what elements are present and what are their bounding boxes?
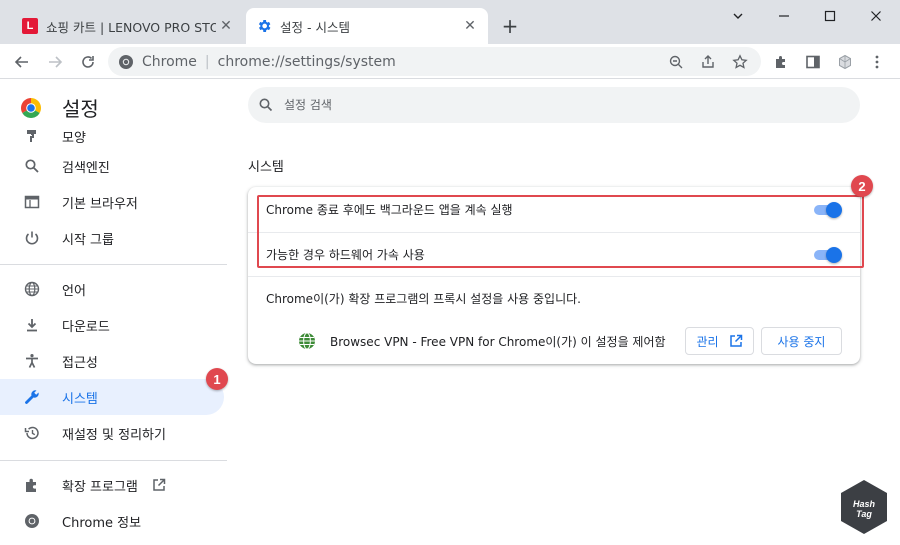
sidebar-item-label: 언어 — [62, 283, 86, 299]
bookmark-star-icon[interactable] — [728, 50, 752, 74]
tab-title: 설정 - 시스템 — [280, 19, 350, 35]
sidebar-item-search-engine[interactable]: 검색엔진 — [0, 148, 224, 184]
title-bar: L 쇼핑 카트 | LENOVO PRO STORE ✕ 설정 - 시스템 ✕ … — [0, 0, 900, 44]
manage-extension-button[interactable]: 관리 — [685, 327, 754, 355]
sidebar-item-label: 확장 프로그램 — [62, 479, 138, 495]
disable-label: 사용 중지 — [777, 334, 826, 349]
forward-button[interactable] — [41, 48, 69, 76]
sidebar-item-label: 시스템 — [62, 391, 98, 407]
search-icon — [258, 97, 274, 113]
sidebar-item-on-startup[interactable]: 시작 그룹 — [0, 220, 224, 256]
zoom-icon[interactable] — [664, 50, 688, 74]
tab-title: 쇼핑 카트 | LENOVO PRO STORE — [46, 19, 216, 35]
minimize-button[interactable] — [766, 4, 802, 28]
annotation-badge-1: 1 — [206, 368, 228, 390]
tab-settings-system[interactable]: 설정 - 시스템 ✕ — [246, 8, 488, 44]
tab-search-chevron-icon[interactable] — [720, 4, 756, 28]
sidebar-divider — [0, 460, 227, 461]
sidebar-item-accessibility[interactable]: 접근성 — [0, 343, 224, 379]
close-icon[interactable]: ✕ — [216, 16, 236, 36]
new-tab-button[interactable]: + — [498, 14, 522, 38]
annotation-highlight-box — [257, 195, 864, 268]
settings-brand: 설정 — [20, 93, 99, 122]
kebab-menu-icon[interactable] — [863, 48, 891, 76]
puzzle-icon — [22, 475, 42, 495]
sidebar-item-label: 모양 — [62, 130, 86, 146]
settings-search-bar[interactable] — [248, 87, 860, 123]
search-icon — [22, 156, 42, 176]
section-title: 시스템 — [248, 160, 284, 175]
external-link-icon — [729, 334, 743, 348]
extensions-puzzle-icon[interactable] — [767, 48, 795, 76]
sidebar-item-label: 시작 그룹 — [62, 232, 114, 248]
sidebar-item-reset[interactable]: 재설정 및 정리하기 — [0, 415, 224, 451]
sidebar-item-label: 다운로드 — [62, 319, 110, 335]
external-link-icon — [152, 478, 166, 492]
row-divider — [248, 276, 860, 277]
chrome-logo-icon — [20, 97, 42, 119]
sidebar-divider — [0, 264, 227, 265]
reload-button[interactable] — [74, 48, 102, 76]
proxy-settings-row: Chrome이(가) 확장 프로그램의 프록시 설정을 사용 중입니다. — [248, 287, 860, 309]
sidebar-item-about-chrome[interactable]: Chrome 정보 — [0, 503, 224, 539]
omnibox-url: chrome://settings/system — [217, 53, 396, 70]
side-panel-icon[interactable] — [799, 48, 827, 76]
hashtag-watermark-logo: Hash Tag — [839, 479, 889, 535]
omnibox-origin: Chrome — [142, 53, 197, 70]
search-input[interactable] — [284, 98, 784, 112]
disable-extension-button[interactable]: 사용 중지 — [761, 327, 842, 355]
close-icon[interactable]: ✕ — [460, 16, 480, 36]
proxy-label: Chrome이(가) 확장 프로그램의 프록시 설정을 사용 중입니다. — [266, 291, 581, 306]
share-icon[interactable] — [696, 50, 720, 74]
back-button[interactable] — [8, 48, 36, 76]
close-window-button[interactable] — [858, 4, 894, 28]
sidebar-item-label: 기본 브라우저 — [62, 196, 138, 212]
sidebar-item-label: 접근성 — [62, 355, 98, 371]
globe-icon — [298, 332, 316, 350]
maximize-button[interactable] — [812, 4, 848, 28]
manage-label: 관리 — [696, 334, 719, 349]
annotation-badge-2: 2 — [851, 175, 873, 197]
globe-icon — [22, 279, 42, 299]
sidebar-item-label: 검색엔진 — [62, 160, 110, 176]
sidebar-item-downloads[interactable]: 다운로드 — [0, 307, 224, 343]
sidebar-item-default-browser[interactable]: 기본 브라우저 — [0, 184, 224, 220]
sidebar-item-extensions[interactable]: 확장 프로그램 — [0, 467, 224, 503]
sidebar-item-label: 재설정 및 정리하기 — [62, 427, 166, 443]
extension-control-label: Browsec VPN - Free VPN for Chrome이(가) 이 … — [330, 334, 666, 349]
address-bar[interactable]: Chrome | chrome://settings/system — [108, 47, 761, 76]
chrome-icon — [22, 511, 42, 531]
tab-lenovo-cart[interactable]: L 쇼핑 카트 | LENOVO PRO STORE ✕ — [12, 8, 244, 44]
restore-icon — [22, 423, 42, 443]
browser-icon — [22, 192, 42, 212]
accessibility-icon — [22, 351, 42, 371]
power-icon — [22, 228, 42, 248]
lenovo-favicon-icon: L — [22, 18, 38, 34]
profile-avatar-icon[interactable] — [831, 48, 859, 76]
download-icon — [22, 315, 42, 335]
settings-title: 설정 — [62, 97, 99, 121]
wrench-icon — [22, 387, 42, 407]
sidebar-item-system[interactable]: 시스템 — [0, 379, 224, 415]
gear-icon — [256, 18, 272, 34]
sidebar-item-languages[interactable]: 언어 — [0, 271, 224, 307]
settings-sidebar: 설정 모양 검색엔진 기본 브라우저 시작 그룹 언어 다운로드 접근성 시스템… — [0, 80, 236, 545]
omnibox-separator: | — [204, 53, 210, 70]
browser-toolbar: Chrome | chrome://settings/system — [0, 44, 900, 79]
paint-icon — [22, 128, 42, 146]
sidebar-item-label: Chrome 정보 — [62, 515, 142, 531]
chrome-icon — [118, 54, 134, 70]
